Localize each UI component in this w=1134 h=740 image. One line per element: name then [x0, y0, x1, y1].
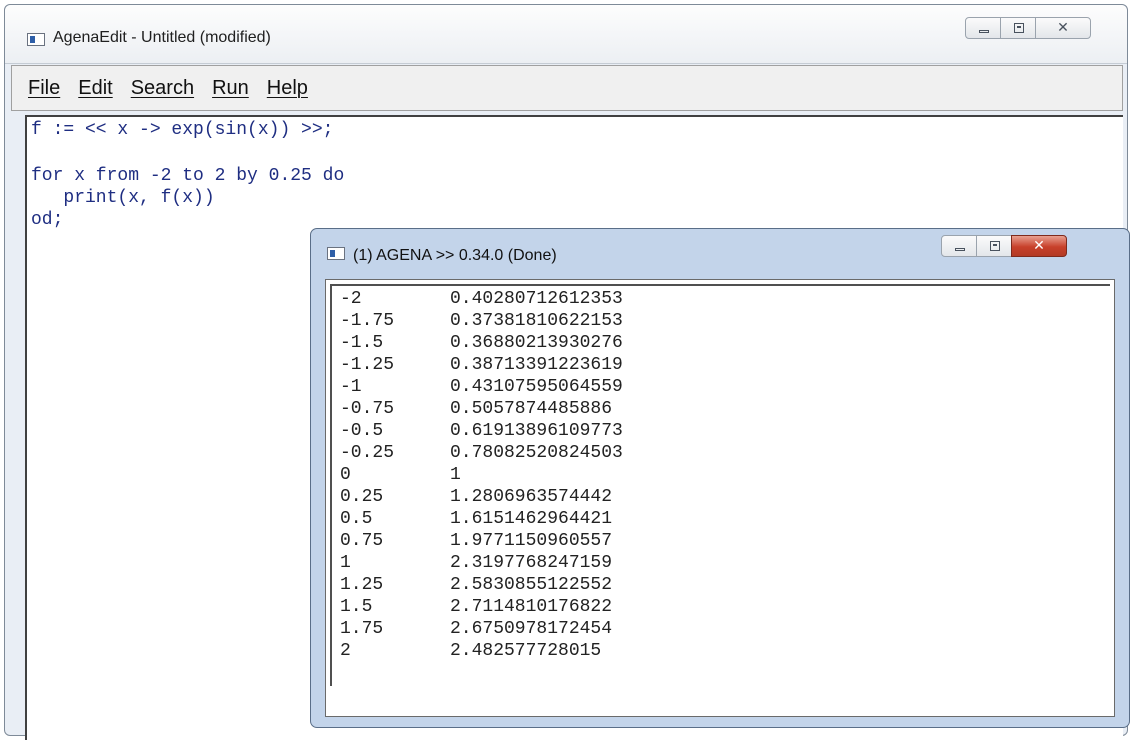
output-y-value: 1.6151462964421	[450, 509, 613, 529]
output-app-icon	[327, 247, 345, 260]
output-y-value: 2.3197768247159	[450, 553, 613, 573]
output-y-value: 0.43107595064559	[450, 377, 623, 397]
output-console[interactable]: -2 0.40280712612353 -1.75 0.37381810622153 -…	[325, 279, 1115, 717]
output-y-value: 1	[450, 465, 461, 485]
maximize-button[interactable]	[1000, 17, 1036, 39]
output-y-value: 0.36880213930276	[450, 333, 623, 353]
code-line[interactable]: print(x, f(x))	[31, 187, 214, 209]
output-x-value: -2	[340, 289, 362, 309]
output-x-value: 0.25	[340, 487, 384, 507]
output-text-area[interactable]: -2 0.40280712612353 -1.75 0.37381810622153 -…	[330, 284, 1110, 686]
menu-run[interactable]: Run	[212, 77, 249, 100]
menu-help[interactable]: Help	[267, 77, 308, 100]
code-line[interactable]: f := << x -> exp(sin(x)) >>;	[31, 119, 333, 141]
close-button[interactable]: ✕	[1035, 17, 1091, 39]
menu-file[interactable]: File	[28, 77, 60, 100]
output-y-value: 0.78082520824503	[450, 443, 623, 463]
output-y-value: 2.482577728015	[450, 641, 602, 661]
window-controls: ✕	[965, 17, 1091, 41]
minimize-button[interactable]	[965, 17, 1001, 39]
output-y-value: 1.2806963574442	[450, 487, 613, 507]
output-x-value: -0.75	[340, 399, 395, 419]
menu-search[interactable]: Search	[131, 77, 194, 100]
close-icon: ✕	[1057, 20, 1069, 36]
output-x-value: 0.5	[340, 509, 373, 529]
output-close-button[interactable]: ✕	[1011, 235, 1067, 257]
output-y-value: 0.37381810622153	[450, 311, 623, 331]
output-y-value: 1.9771150960557	[450, 531, 613, 551]
output-y-value: 0.61913896109773	[450, 421, 623, 441]
output-y-value: 2.6750978172454	[450, 619, 613, 639]
code-line[interactable]: for x from -2 to 2 by 0.25 do	[31, 165, 344, 187]
output-maximize-button[interactable]	[976, 235, 1012, 257]
maximize-icon	[1014, 23, 1024, 33]
output-x-value: 1.5	[340, 597, 373, 617]
output-x-value: -1	[340, 377, 362, 397]
output-x-value: 1.25	[340, 575, 384, 595]
output-window-title: (1) AGENA >> 0.34.0 (Done)	[353, 247, 557, 264]
output-y-value: 0.5057874485886	[450, 399, 613, 419]
output-x-value: -1.5	[340, 333, 384, 353]
output-x-value: 1	[340, 553, 351, 573]
output-x-value: 0.75	[340, 531, 384, 551]
output-x-value: -1.75	[340, 311, 395, 331]
title-bar[interactable]: AgenaEdit - Untitled (modified) ✕	[5, 5, 1127, 64]
output-y-value: 2.5830855122552	[450, 575, 613, 595]
output-x-value: -0.5	[340, 421, 384, 441]
output-y-value: 2.7114810176822	[450, 597, 613, 617]
close-icon: ✕	[1033, 238, 1045, 254]
output-window-controls: ✕	[941, 235, 1067, 259]
output-x-value: 2	[340, 641, 351, 661]
output-x-value: -1.25	[340, 355, 395, 375]
menu-bar: File Edit Search Run Help	[11, 65, 1123, 111]
output-x-value: -0.25	[340, 443, 395, 463]
output-window: (1) AGENA >> 0.34.0 (Done) ✕ -2 0.4028071…	[310, 228, 1130, 728]
menu-edit[interactable]: Edit	[78, 77, 112, 100]
output-y-value: 0.40280712612353	[450, 289, 623, 309]
minimize-icon	[955, 248, 965, 251]
output-x-value: 1.75	[340, 619, 384, 639]
code-line[interactable]: od;	[31, 209, 63, 231]
output-y-value: 0.38713391223619	[450, 355, 623, 375]
minimize-icon	[979, 30, 989, 33]
output-x-value: 0	[340, 465, 351, 485]
maximize-icon	[990, 241, 1000, 251]
output-minimize-button[interactable]	[941, 235, 977, 257]
window-title: AgenaEdit - Untitled (modified)	[53, 29, 271, 46]
app-icon	[27, 33, 45, 46]
